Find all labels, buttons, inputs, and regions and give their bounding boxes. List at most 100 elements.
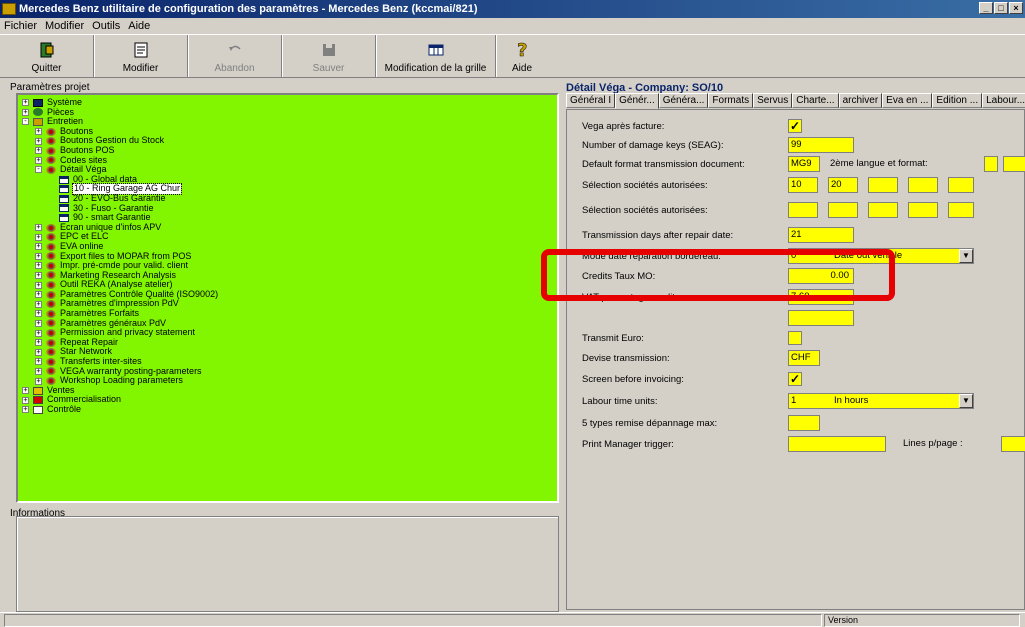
expand-icon[interactable]: +	[35, 243, 42, 251]
expand-icon[interactable]: +	[35, 252, 42, 260]
sys-icon	[33, 98, 43, 107]
project-params-panel: Paramètres projet + Système + Pièces - Entret…	[8, 82, 559, 504]
labour-units-select[interactable]: 1 In hours ▼	[788, 393, 974, 409]
expand-icon[interactable]: +	[35, 281, 42, 289]
chevron-down-icon[interactable]: ▼	[959, 394, 973, 408]
detail-tab[interactable]: Edition ...	[932, 93, 983, 108]
expand-icon[interactable]: +	[35, 329, 42, 337]
save-button[interactable]: Sauver	[282, 35, 376, 77]
currency-field[interactable]: CHF	[788, 350, 820, 366]
menu-modifier[interactable]: Modifier	[45, 20, 84, 32]
tree-item[interactable]: + Contrôle	[22, 404, 553, 415]
expand-icon[interactable]: +	[35, 367, 42, 375]
company-field-7[interactable]	[828, 202, 858, 218]
gear-icon	[46, 271, 56, 280]
minimize-button[interactable]: _	[979, 2, 993, 14]
expand-icon[interactable]: +	[22, 396, 29, 404]
expand-icon[interactable]: +	[35, 377, 42, 385]
detail-tab[interactable]: Généra...	[658, 93, 709, 108]
expand-icon[interactable]: +	[35, 339, 42, 347]
hidden-field[interactable]	[788, 310, 854, 326]
expand-icon[interactable]: +	[35, 147, 42, 155]
expand-icon[interactable]: +	[22, 99, 29, 107]
grid-edit-button[interactable]: Modification de la grille	[376, 35, 496, 77]
company-field-5[interactable]	[948, 177, 974, 193]
gear-icon	[46, 348, 56, 357]
expand-icon[interactable]: +	[35, 319, 42, 327]
gear-icon	[46, 127, 56, 136]
screen-before-checkbox[interactable]: ✓	[788, 372, 802, 386]
expand-icon[interactable]: +	[35, 348, 42, 356]
expand-icon[interactable]: +	[22, 387, 29, 395]
help-button[interactable]: ? Aide	[496, 35, 548, 77]
transmit-euro-checkbox[interactable]	[788, 331, 802, 345]
collapse-icon[interactable]: -	[35, 166, 42, 174]
tree-item[interactable]: + Workshop Loading parameters	[22, 376, 553, 386]
expand-icon[interactable]: +	[22, 108, 29, 116]
chevron-down-icon[interactable]: ▼	[959, 249, 973, 263]
detail-tab[interactable]: Formats	[708, 93, 754, 108]
label-print-manager: Print Manager trigger:	[582, 438, 674, 450]
vega-after-invoice-checkbox[interactable]: ✓	[788, 119, 802, 133]
expand-icon[interactable]: +	[35, 310, 42, 318]
label-transmit-euro: Transmit Euro:	[582, 332, 644, 344]
quit-button[interactable]: Quitter	[0, 35, 94, 77]
gear-icon	[46, 377, 56, 386]
expand-icon[interactable]: +	[35, 358, 42, 366]
project-params-label: Paramètres projet	[8, 82, 92, 93]
gear-icon	[46, 357, 56, 366]
detail-tab[interactable]: Eva en ...	[882, 93, 933, 108]
expand-icon[interactable]: +	[35, 137, 42, 145]
collapse-icon[interactable]: -	[22, 118, 29, 126]
tree-item[interactable]: + Commercialisation	[22, 395, 553, 405]
detail-tab[interactable]: Labour...	[982, 93, 1025, 108]
print-manager-field[interactable]	[788, 436, 886, 452]
cancel-button[interactable]: Abandon	[188, 35, 282, 77]
expand-icon[interactable]: +	[35, 300, 42, 308]
menu-aide[interactable]: Aide	[128, 20, 150, 32]
expand-icon[interactable]: +	[35, 262, 42, 270]
detail-tab[interactable]: archiver	[838, 93, 883, 108]
expand-icon[interactable]: +	[35, 128, 42, 136]
detail-tab[interactable]: Général I	[566, 93, 616, 108]
company-field-3[interactable]	[868, 177, 898, 193]
detail-tab[interactable]: Charte...	[792, 93, 839, 108]
damage-keys-field[interactable]: 99	[788, 137, 854, 153]
lines-page-field[interactable]	[1001, 436, 1025, 452]
tree-item[interactable]: - Entretien	[22, 117, 553, 127]
company-field-8[interactable]	[868, 202, 898, 218]
close-button[interactable]: ×	[1009, 2, 1023, 14]
menu-outils[interactable]: Outils	[92, 20, 120, 32]
expand-icon[interactable]: +	[35, 271, 42, 279]
transmission-days-field[interactable]: 21	[788, 227, 854, 243]
tree-item[interactable]: + Pièces	[22, 107, 553, 118]
company-field-1[interactable]: 10	[788, 177, 818, 193]
expand-icon[interactable]: +	[35, 291, 42, 299]
menu-fichier[interactable]: Fichier	[4, 20, 37, 32]
expand-icon[interactable]: +	[35, 156, 42, 164]
label-default-format: Default format transmission document:	[582, 158, 745, 170]
company-field-6[interactable]	[788, 202, 818, 218]
tree-item[interactable]: + Système	[22, 97, 553, 108]
second-format-field[interactable]	[1003, 156, 1025, 172]
maximize-button[interactable]: □	[994, 2, 1008, 14]
company-field-9[interactable]	[908, 202, 938, 218]
company-field-2[interactable]: 20	[828, 177, 858, 193]
gear-icon	[46, 367, 56, 376]
expand-icon[interactable]: +	[35, 224, 42, 232]
status-cell-main	[4, 614, 822, 627]
expand-icon[interactable]: +	[22, 406, 29, 414]
company-field-4[interactable]	[908, 177, 938, 193]
modify-button[interactable]: Modifier	[94, 35, 188, 77]
company-field-10[interactable]	[948, 202, 974, 218]
remise-field[interactable]	[788, 415, 820, 431]
default-format-field[interactable]: MG9	[788, 156, 820, 172]
second-lang-field[interactable]	[984, 156, 998, 172]
detail-tab[interactable]: Génér...	[615, 93, 659, 109]
detail-tab[interactable]: Servus	[753, 93, 793, 108]
project-params-tree[interactable]: + Système + Pièces - Entretien + Boutons + Bouton…	[16, 93, 559, 503]
expand-icon[interactable]: +	[35, 233, 42, 241]
